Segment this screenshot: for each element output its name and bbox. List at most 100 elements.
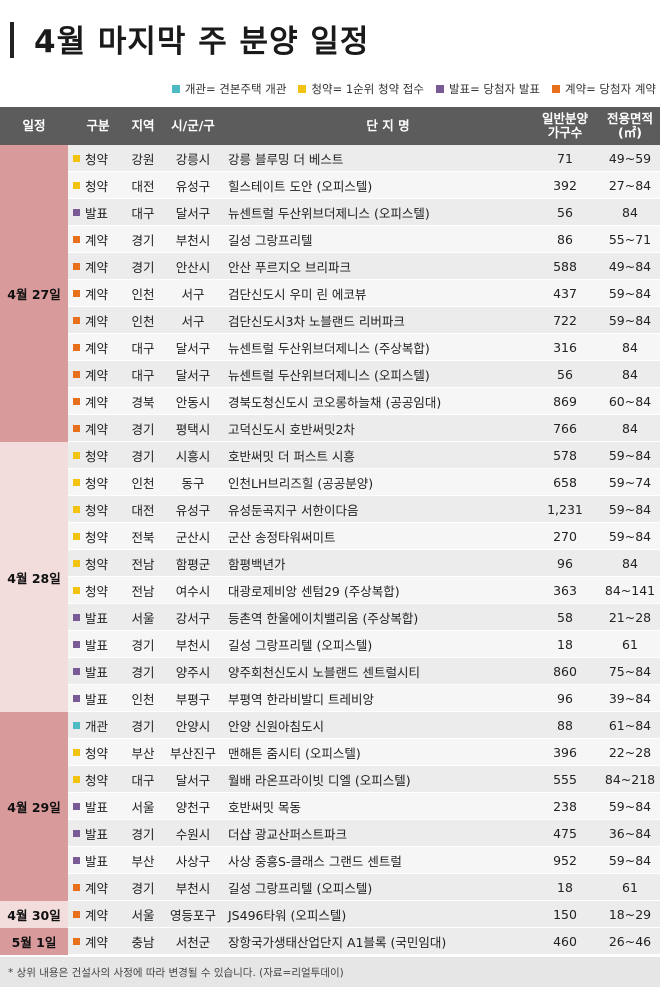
table-row: 발표 서울 양천구 호반써밋 목동 238 59~84: [68, 793, 660, 820]
legend-item-contract: 계약= 당첨자 계약: [551, 81, 656, 97]
legend-label: 발표= 당첨자 발표: [448, 82, 540, 96]
type-cell: 발표: [73, 685, 123, 712]
region-cell: 경기: [131, 881, 155, 896]
table-row: 계약 경기 부천시 길성 그랑프리텔 86 55~71: [68, 226, 660, 253]
legend-label: 개관= 견본주택 개관: [184, 82, 287, 96]
complex-name-cell: 대광로제비앙 센텀29 (주상복합): [228, 584, 400, 599]
area-cell: 60~84: [608, 394, 652, 409]
area-cell: 36~84: [608, 826, 652, 841]
units-cell: 316: [553, 340, 577, 355]
region-cell: 서울: [131, 908, 155, 923]
table-row: 발표 경기 수원시 더샵 광교산퍼스트파크 475 36~84: [68, 820, 660, 847]
area-cell: 59~84: [608, 313, 652, 328]
complex-name-cell: 길성 그랑프리텔 (오피스텔): [228, 638, 373, 653]
type-marker-announce: [73, 614, 80, 621]
type-cell: 청약: [73, 469, 123, 496]
city-cell: 부산진구: [169, 746, 216, 761]
header-area: 전용면적 (㎡): [606, 111, 653, 140]
city-cell: 서구: [181, 287, 205, 302]
area-cell: 59~84: [608, 853, 652, 868]
units-cell: 363: [553, 583, 577, 598]
area-cell: 61: [622, 880, 638, 895]
table-row: 계약 경기 안산시 안산 푸르지오 브리파크 588 49~84: [68, 253, 660, 280]
units-cell: 952: [553, 853, 577, 868]
type-label: 발표: [85, 638, 109, 653]
date-cell: 4월 28일: [0, 442, 68, 712]
legend-square-announce: [435, 85, 444, 93]
area-cell: 59~84: [608, 286, 652, 301]
complex-name-cell: 길성 그랑프리텔 (오피스텔): [228, 881, 373, 896]
units-cell: 722: [553, 313, 577, 328]
date-cell: 4월 30일: [0, 901, 68, 928]
units-cell: 658: [553, 475, 577, 490]
type-label: 발표: [85, 665, 109, 680]
type-marker-announce: [73, 695, 80, 702]
units-cell: 437: [553, 286, 577, 301]
type-marker-contract: [73, 938, 80, 945]
type-marker-contract: [73, 911, 80, 918]
region-cell: 경북: [131, 395, 155, 410]
area-cell: 84: [622, 340, 638, 355]
type-marker-subscribe: [73, 155, 80, 162]
type-marker-subscribe: [73, 587, 80, 594]
table-row: 계약 경북 안동시 경북도청신도시 코오롱하늘채 (공공임대) 869 60~84: [68, 388, 660, 415]
city-cell: 영등포구: [169, 908, 216, 923]
units-cell: 270: [553, 529, 577, 544]
table-row: 계약 충남 서천군 장항국가생태산업단지 A1블록 (국민임대) 460 26~46: [68, 928, 660, 955]
city-cell: 동구: [181, 476, 205, 491]
table-row: 발표 경기 양주시 양주회천신도시 노블랜드 센트럴시티 860 75~84: [68, 658, 660, 685]
type-cell: 청약: [73, 145, 123, 172]
region-cell: 인천: [131, 692, 155, 707]
schedule-table: 일정 구분 지역 시/군/구 단 지 명 일반분양 가구수 전용면적 (㎡) 4…: [0, 107, 660, 955]
units-cell: 392: [553, 178, 577, 193]
units-cell: 96: [557, 691, 573, 706]
table-row: 발표 서울 강서구 등촌역 한울에이치밸리움 (주상복합) 58 21~28: [68, 604, 660, 631]
type-label: 청약: [85, 773, 109, 788]
legend-item-announce: 발표= 당첨자 발표: [435, 81, 540, 97]
type-label: 청약: [85, 557, 109, 572]
region-cell: 전북: [131, 530, 155, 545]
type-cell: 개관: [73, 712, 123, 739]
page-title: 4월 마지막 주 분양 일정: [34, 24, 370, 60]
type-marker-subscribe: [73, 560, 80, 567]
table-row: 청약 강원 강릉시 강릉 블루밍 더 베스트 71 49~59: [68, 145, 660, 172]
area-cell: 84~218: [604, 772, 656, 787]
city-cell: 부평구: [175, 692, 211, 707]
table-row: 발표 대구 달서구 뉴센트럴 두산위브더제니스 (오피스텔) 56 84: [68, 199, 660, 226]
city-cell: 여수시: [175, 584, 211, 599]
table-row: 발표 경기 부천시 길성 그랑프리텔 (오피스텔) 18 61: [68, 631, 660, 658]
table-row: 계약 인천 서구 검단신도시 우미 린 에코뷰 437 59~84: [68, 280, 660, 307]
area-cell: 84: [622, 556, 638, 571]
type-cell: 계약: [73, 928, 123, 955]
area-cell: 61~84: [608, 718, 652, 733]
units-cell: 766: [553, 421, 577, 436]
area-cell: 59~84: [608, 448, 652, 463]
type-marker-subscribe: [73, 452, 80, 459]
type-marker-announce: [73, 857, 80, 864]
region-cell: 경기: [131, 638, 155, 653]
region-cell: 전남: [131, 584, 155, 599]
type-cell: 발표: [73, 604, 123, 631]
region-cell: 대전: [131, 179, 155, 194]
complex-name-cell: 호반써밋 더 퍼스트 시흥: [228, 449, 355, 464]
type-cell: 계약: [73, 361, 123, 388]
type-label: 계약: [85, 341, 109, 356]
complex-name-cell: 안양 신원아침도시: [228, 719, 324, 734]
city-cell: 달서구: [175, 206, 211, 221]
type-marker-contract: [73, 371, 80, 378]
table-row: 계약 경기 부천시 길성 그랑프리텔 (오피스텔) 18 61: [68, 874, 660, 901]
type-label: 계약: [85, 935, 109, 950]
region-cell: 경기: [131, 665, 155, 680]
region-cell: 대구: [131, 773, 155, 788]
region-cell: 경기: [131, 260, 155, 275]
region-cell: 경기: [131, 233, 155, 248]
type-marker-contract: [73, 425, 80, 432]
type-label: 개관: [85, 719, 109, 734]
area-cell: 27~84: [608, 178, 652, 193]
area-cell: 61: [622, 637, 638, 652]
table-row: 청약 대구 달서구 월배 라온프라이빗 디엘 (오피스텔) 555 84~218: [68, 766, 660, 793]
table-row: 계약 경기 평택시 고덕신도시 호반써밋2차 766 84: [68, 415, 660, 442]
type-cell: 청약: [73, 550, 123, 577]
units-cell: 1,231: [547, 502, 583, 517]
complex-name-cell: 군산 송정타워써미트: [228, 530, 336, 545]
